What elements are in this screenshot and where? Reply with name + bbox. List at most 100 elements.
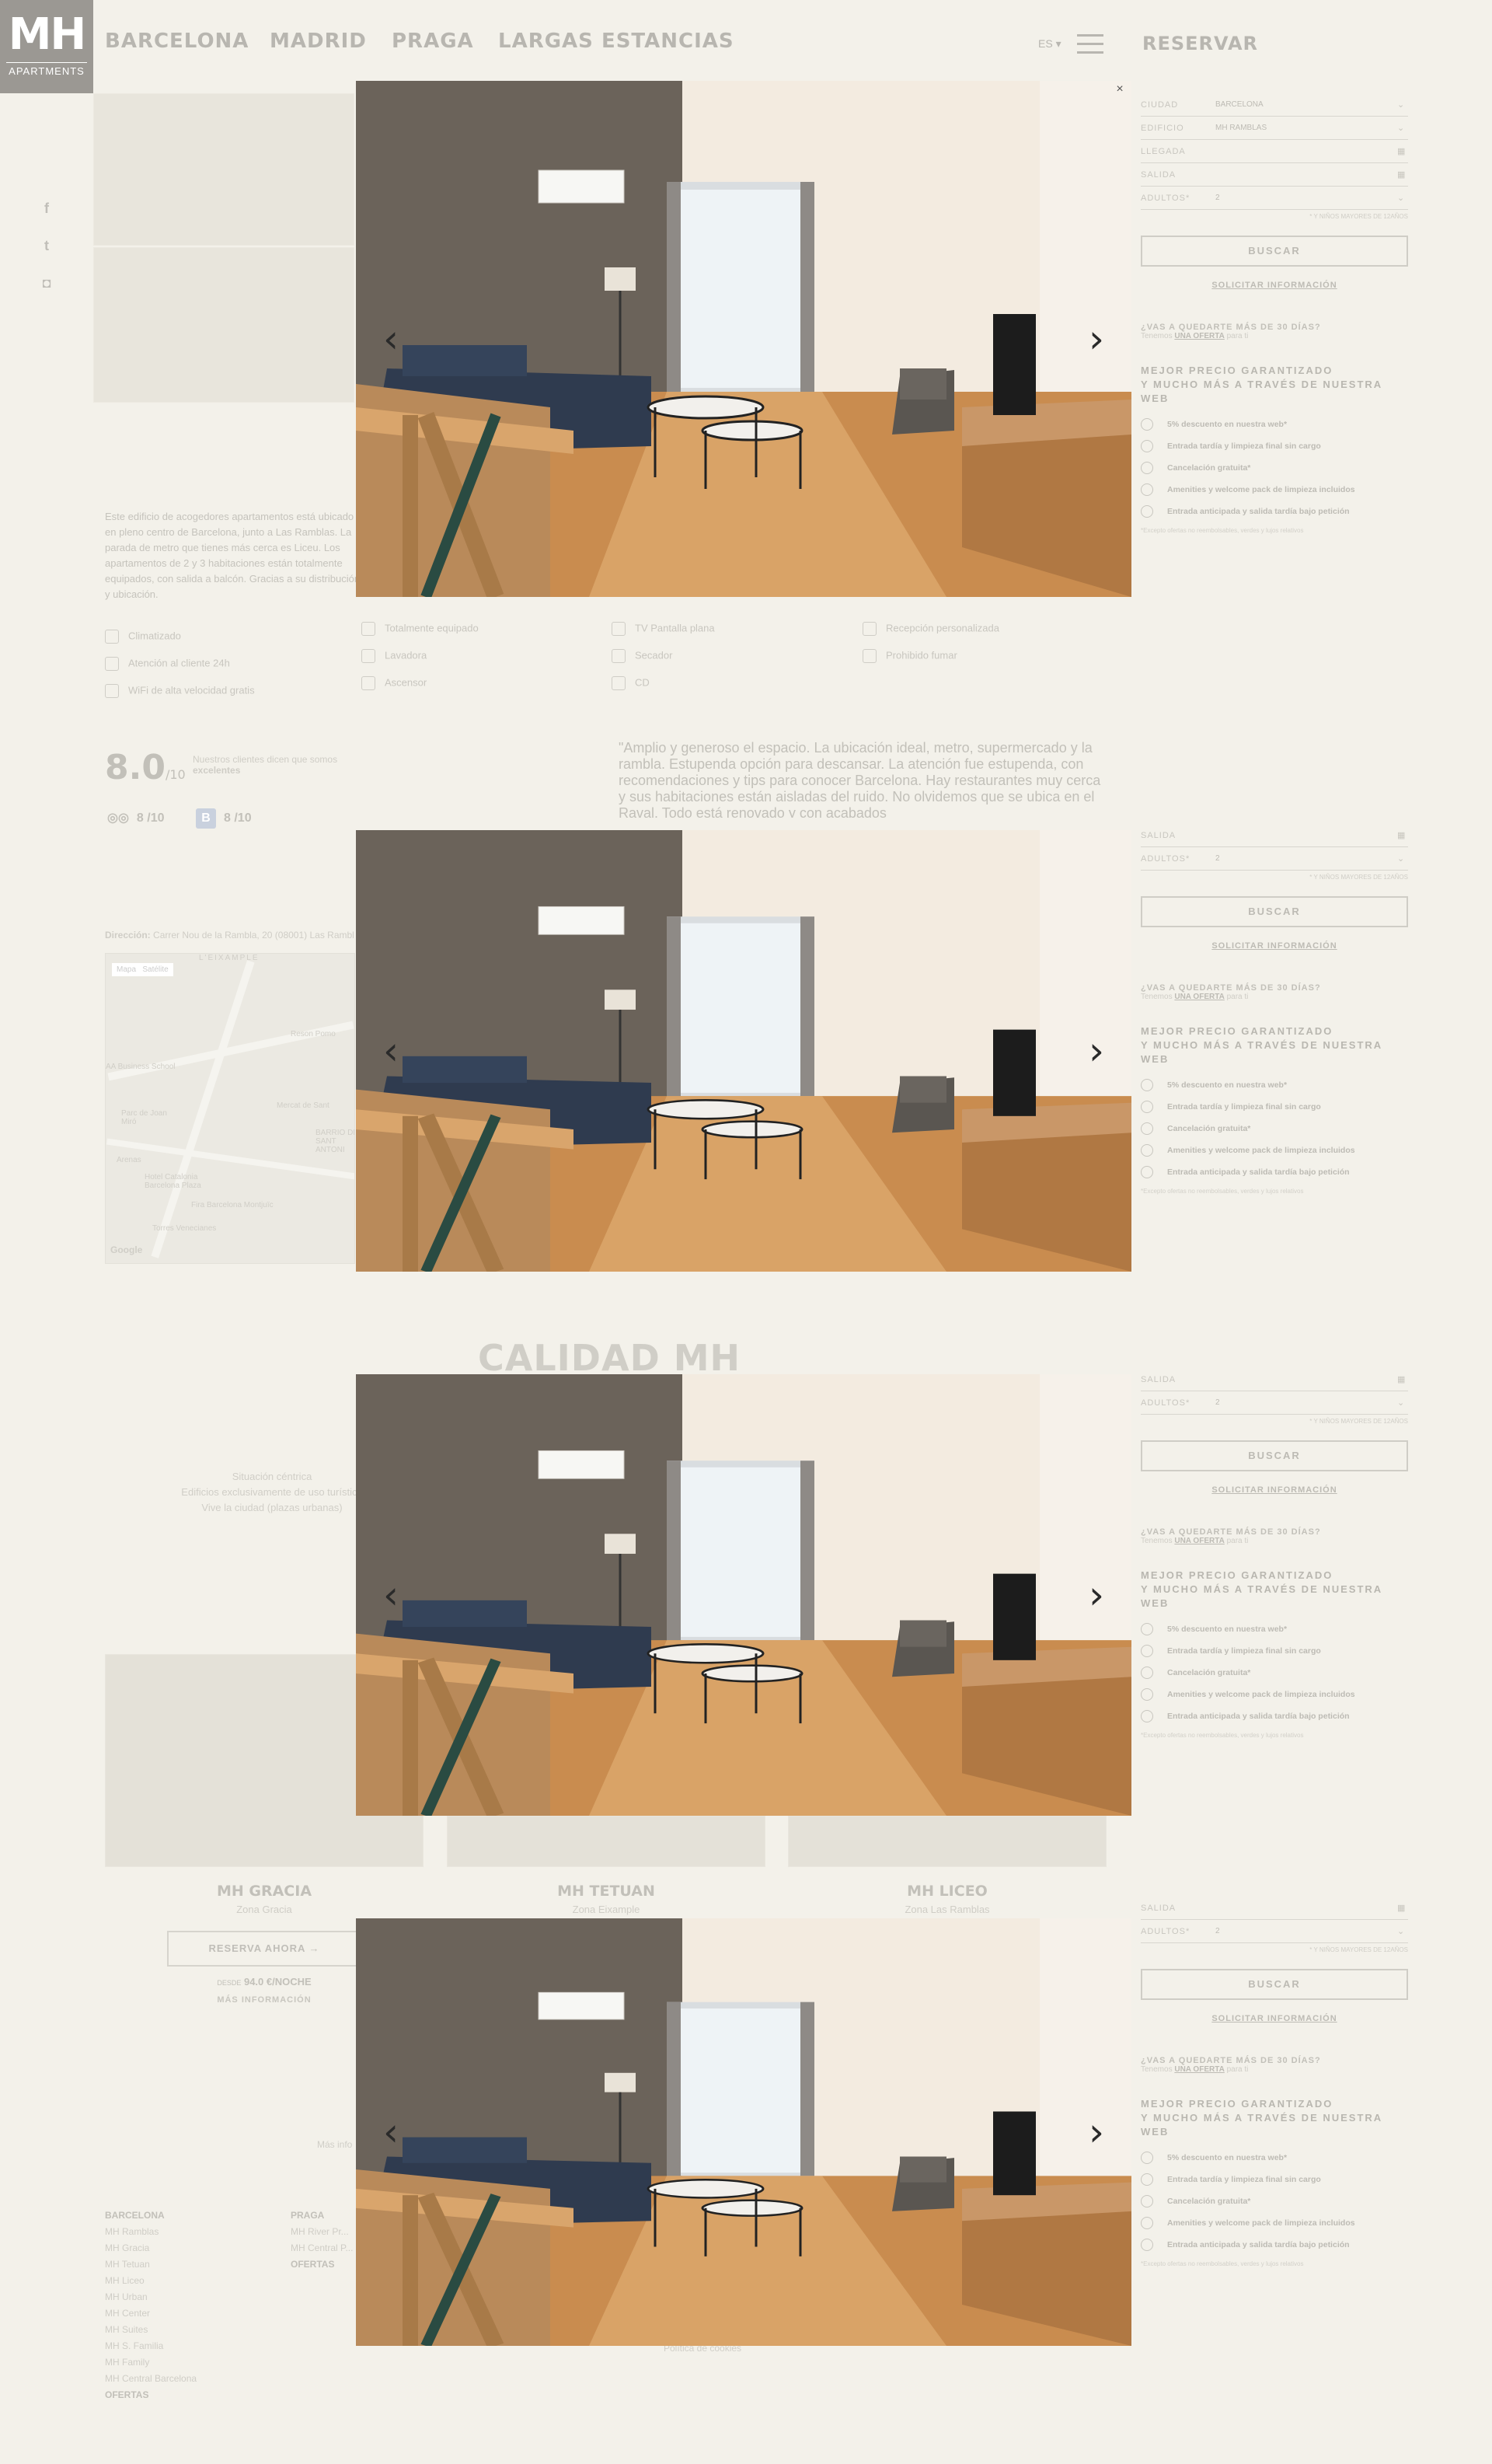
search-button[interactable]: BUSCAR — [1141, 1969, 1408, 2000]
nav-barcelona[interactable]: BARCELONA — [105, 30, 249, 53]
footer-link[interactable]: MH Urban — [105, 2291, 148, 2302]
benefits-list: 5% descuento en nuestra web* Entrada tar… — [1141, 1618, 1408, 1727]
footer-link[interactable]: MH Center — [105, 2308, 150, 2319]
booking-badge: B — [196, 808, 216, 829]
chevron-right-icon[interactable]: › — [1085, 2110, 1108, 2154]
request-info-link[interactable]: SOLICITAR INFORMACIÓN — [1141, 941, 1408, 951]
reservar-link[interactable]: RESERVAR — [1142, 33, 1258, 54]
offer-link[interactable]: UNA OFERTA — [1174, 1537, 1224, 1545]
benefit-item: Entrada anticipada y salida tardía bajo … — [1141, 1161, 1408, 1183]
map-type-button[interactable]: Mapa Satélite — [112, 963, 173, 976]
lightbox-photo[interactable]: ‹ › — [356, 1374, 1131, 1816]
nav-largas-estancias[interactable]: LARGAS ESTANCIAS — [498, 30, 734, 53]
logo-sub: APARTMENTS — [6, 62, 87, 77]
arrival-date-input[interactable]: LLEGADA ▦ — [1141, 140, 1408, 163]
close-icon[interactable]: × — [1113, 82, 1127, 96]
nav-madrid[interactable]: MADRID — [270, 30, 367, 53]
lightbox-photo[interactable]: ‹ › × — [356, 81, 1131, 597]
menu-icon[interactable] — [1077, 34, 1103, 54]
benefit-item: Amenities y welcome pack de limpieza inc… — [1141, 479, 1408, 501]
departure-date-input[interactable]: SALIDA ▦ — [1141, 824, 1408, 847]
footer-link[interactable]: MH S. Familia — [105, 2340, 163, 2351]
request-info-link[interactable]: SOLICITAR INFORMACIÓN — [1141, 1485, 1408, 1495]
footer-link[interactable]: MH Tetuan — [105, 2259, 150, 2270]
facebook-icon[interactable]: f — [39, 201, 54, 216]
lightbox-photo[interactable]: ‹ › — [356, 1918, 1131, 2346]
calendar-icon: ▦ — [1397, 1375, 1406, 1384]
chevron-right-icon[interactable]: › — [1085, 317, 1108, 361]
footer-offers[interactable]: OFERTAS — [105, 2389, 148, 2400]
offer-link[interactable]: UNA OFERTA — [1174, 2065, 1224, 2074]
offer-link[interactable]: UNA OFERTA — [1174, 332, 1224, 340]
search-button[interactable]: BUSCAR — [1141, 896, 1408, 927]
reserve-now-button[interactable]: RESERVA AHORA → — [167, 1931, 361, 1967]
amenity: Lavadora — [361, 649, 427, 663]
chevron-right-icon[interactable]: › — [1085, 1573, 1108, 1617]
amenity: Climatizado — [105, 630, 181, 644]
gallery-thumb[interactable] — [93, 247, 354, 403]
adults-select[interactable]: ADULTOS* 2 ⌄ — [1141, 1391, 1408, 1415]
departure-date-input[interactable]: SALIDA ▦ — [1141, 1897, 1408, 1920]
apartment-card-image[interactable] — [447, 1816, 765, 1867]
language-selector[interactable]: ES ▾ — [1038, 37, 1061, 51]
map-label: Hotel Catalonia Barcelona Plaza — [145, 1173, 201, 1190]
footer-link[interactable]: MH Family — [105, 2357, 149, 2368]
chevron-right-icon[interactable]: › — [1085, 1029, 1108, 1073]
best-price-heading: MEJOR PRECIO GARANTIZADO Y MUCHO MÁS A TR… — [1141, 1569, 1382, 1609]
card-title[interactable]: MH GRACIA — [105, 1883, 424, 1900]
logo[interactable]: MH APARTMENTS — [0, 0, 93, 93]
adults-select[interactable]: ADULTOS* 2 ⌄ — [1141, 187, 1408, 210]
search-button[interactable]: BUSCAR — [1141, 1440, 1408, 1471]
footer-link[interactable]: MH Central Barcelona — [105, 2373, 197, 2384]
more-info-link[interactable]: MÁS INFORMACIÓN — [167, 1995, 361, 2005]
chevron-left-icon[interactable]: ‹ — [379, 317, 403, 361]
location-map[interactable]: Mapa Satélite L'EIXAMPLE Reson Pomo AA B… — [105, 953, 355, 1264]
footer-offers[interactable]: OFERTAS — [291, 2259, 334, 2270]
footer-link[interactable]: MH Suites — [105, 2324, 148, 2335]
search-button[interactable]: BUSCAR — [1141, 236, 1408, 267]
footer-link[interactable]: MH River Pr... — [291, 2226, 349, 2237]
long-stay-offer: Tenemos UNA OFERTA para ti — [1141, 2065, 1249, 2074]
city-select[interactable]: CIUDAD BARCELONA ⌄ — [1141, 93, 1408, 117]
benefit-item: Entrada anticipada y salida tardía bajo … — [1141, 2234, 1408, 2256]
footer-link[interactable]: MH Ramblas — [105, 2226, 159, 2237]
field-value: 2 — [1215, 854, 1220, 863]
chevron-down-icon: ⌄ — [1397, 1398, 1405, 1408]
chevron-left-icon[interactable]: ‹ — [379, 2110, 403, 2154]
long-stay-question: ¿VAS A QUEDARTE MÁS DE 30 DÍAS? — [1141, 1527, 1321, 1537]
twitter-icon[interactable]: t — [39, 238, 54, 253]
card-title[interactable]: MH LICEO — [788, 1883, 1107, 1900]
lightbox-photo[interactable]: ‹ › — [356, 830, 1131, 1272]
departure-date-input[interactable]: SALIDA ▦ — [1141, 1368, 1408, 1391]
footer-link[interactable]: MH Gracia — [105, 2242, 149, 2253]
refresh-icon — [1141, 1667, 1153, 1680]
chevron-left-icon[interactable]: ‹ — [379, 1573, 403, 1617]
card-title[interactable]: MH TETUAN — [447, 1883, 765, 1900]
card-zone: Zona Eixample — [572, 1904, 640, 1915]
calendar-icon: ▦ — [1397, 170, 1406, 180]
departure-date-input[interactable]: SALIDA ▦ — [1141, 163, 1408, 187]
discount-icon — [1141, 1623, 1153, 1636]
amenity: WiFi de alta velocidad gratis — [105, 684, 255, 698]
offer-link[interactable]: UNA OFERTA — [1174, 993, 1224, 1001]
instagram-icon[interactable]: ◘ — [39, 275, 54, 291]
building-select[interactable]: EDIFICIO MH RAMBLAS ⌄ — [1141, 117, 1408, 140]
adults-select[interactable]: ADULTOS* 2 ⌄ — [1141, 847, 1408, 871]
chevron-left-icon[interactable]: ‹ — [379, 1029, 403, 1073]
room-photo — [356, 830, 1131, 1272]
footer-link[interactable]: MH Liceo — [105, 2275, 145, 2286]
apartment-card-image[interactable] — [788, 1816, 1107, 1867]
gallery-thumb[interactable] — [93, 93, 354, 246]
nav-praga[interactable]: PRAGA — [392, 30, 474, 53]
map-label: AA Business School — [106, 1063, 176, 1071]
footer-link[interactable]: MH Central P... — [291, 2242, 353, 2253]
more-link[interactable]: Más info — [317, 2139, 352, 2150]
logo-main: MH — [8, 9, 87, 60]
request-info-link[interactable]: SOLICITAR INFORMACIÓN — [1141, 2014, 1408, 2023]
amenity: Ascensor — [361, 676, 427, 690]
discount-icon — [1141, 2152, 1153, 2165]
adults-select[interactable]: ADULTOS* 2 ⌄ — [1141, 1920, 1408, 1943]
request-info-link[interactable]: SOLICITAR INFORMACIÓN — [1141, 281, 1408, 290]
field-label: CIUDAD — [1141, 99, 1179, 110]
calendar-icon: ▦ — [1397, 147, 1406, 156]
